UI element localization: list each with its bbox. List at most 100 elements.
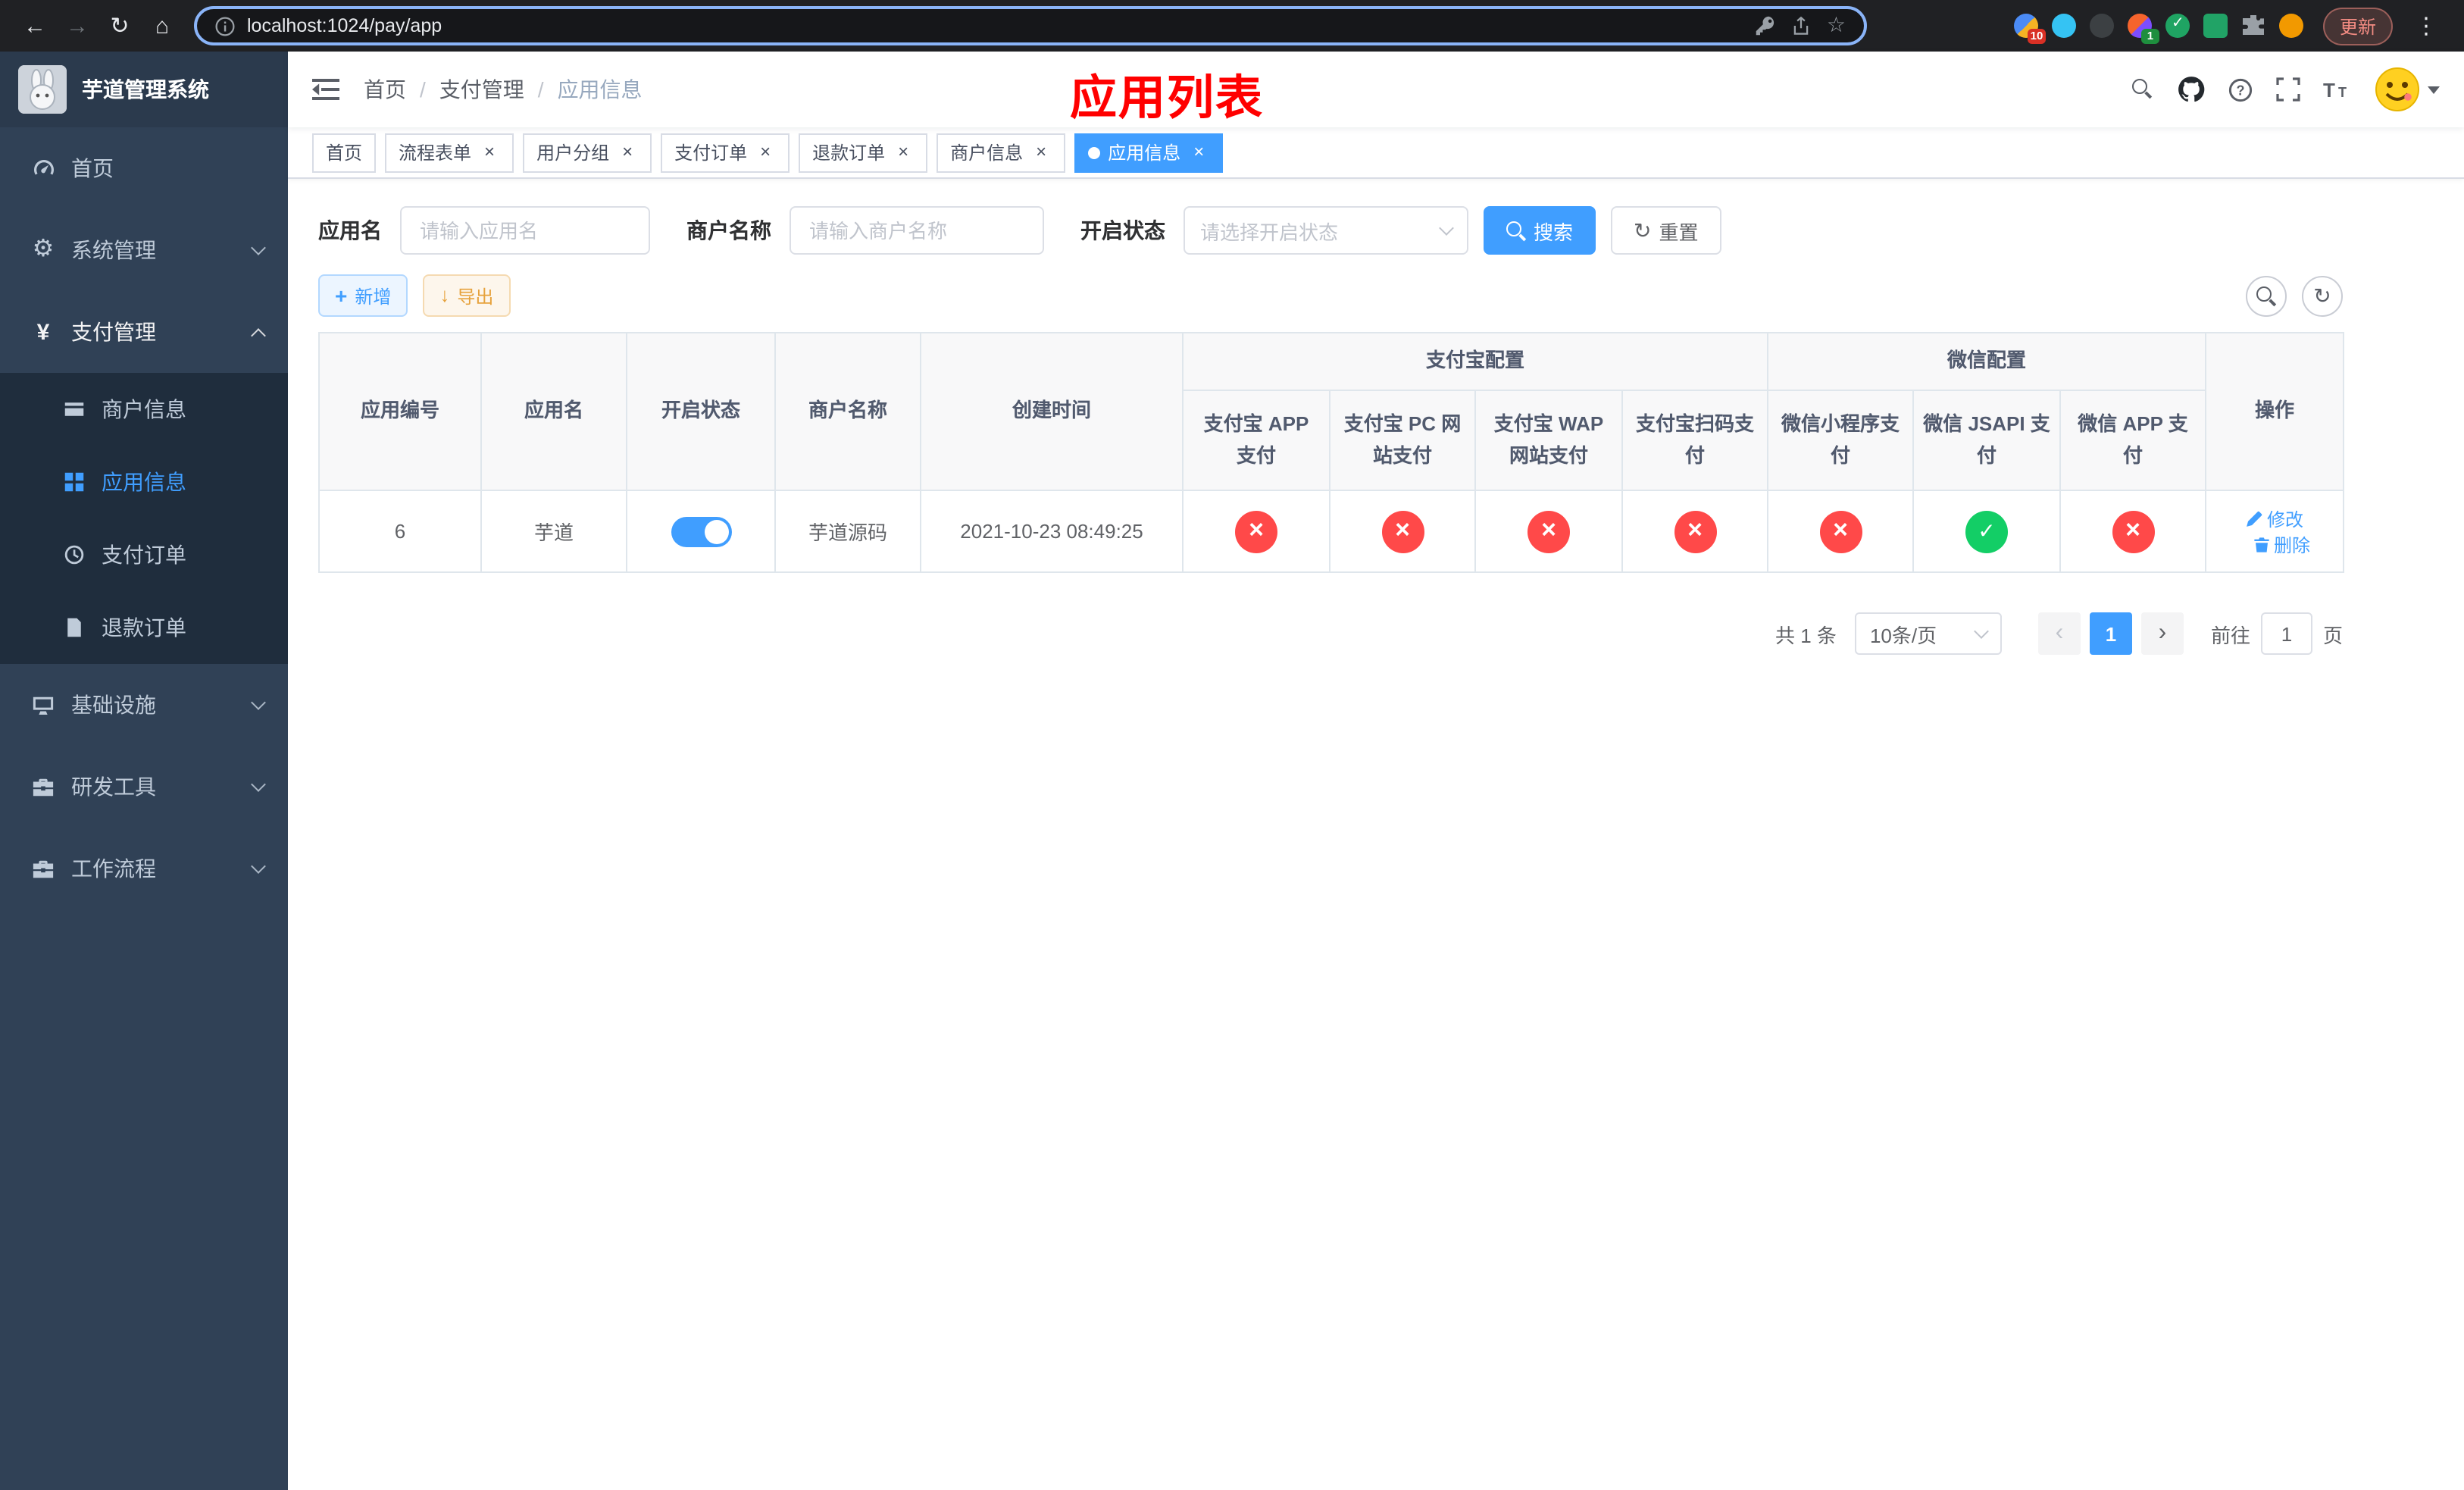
browser-extensions: 10 1 更新: [1870, 6, 2449, 45]
sidebar-item-payment[interactable]: ¥ 支付管理: [0, 291, 288, 373]
page-1-button[interactable]: 1: [2089, 612, 2132, 655]
app-name-input[interactable]: [400, 206, 650, 255]
address-bar[interactable]: localhost:1024/pay/app: [194, 6, 1867, 45]
status-label: 开启状态: [1080, 218, 1165, 243]
sidebar-item-label: 支付管理: [71, 320, 156, 344]
export-button[interactable]: 导出: [423, 274, 511, 317]
tab-home[interactable]: 首页: [312, 133, 377, 172]
app-title: 芋道管理系统: [82, 77, 209, 102]
close-icon[interactable]: [1030, 142, 1052, 163]
help-icon[interactable]: ?: [2228, 77, 2253, 102]
browser-menu-icon[interactable]: [2406, 6, 2446, 45]
share-icon[interactable]: [1792, 15, 1812, 36]
search-icon: [1506, 221, 1526, 240]
sidebar-item-dev-tools[interactable]: 研发工具: [0, 746, 288, 828]
edit-button-label: 修改: [2267, 509, 2304, 530]
refresh-table-button[interactable]: [2302, 275, 2343, 316]
sidebar-subitem-merchant-info[interactable]: 商户信息: [0, 373, 288, 446]
url-text[interactable]: localhost:1024/pay/app: [247, 15, 1743, 36]
cell-alipay-app: [1182, 490, 1330, 573]
order-clock-icon: [61, 544, 86, 565]
col-header-alipay-qr: 支付宝扫码支付: [1621, 390, 1769, 491]
goto-page-input[interactable]: [2260, 612, 2312, 655]
github-icon[interactable]: [2178, 76, 2205, 103]
add-button[interactable]: 新增: [318, 274, 408, 317]
col-header-actions: 操作: [2205, 332, 2345, 491]
page-size-select[interactable]: 10条/页: [1854, 612, 2002, 655]
tab-refund-order[interactable]: 退款订单: [799, 133, 928, 172]
tab-app-info[interactable]: 应用信息: [1074, 133, 1224, 172]
tab-label: 流程表单: [399, 142, 472, 164]
breadcrumb-payment[interactable]: 支付管理: [406, 74, 524, 105]
trash-icon: [2253, 537, 2269, 552]
close-icon[interactable]: [893, 142, 914, 163]
font-size-icon[interactable]: TT: [2323, 77, 2352, 102]
chevron-down-icon: [1439, 221, 1454, 236]
col-header-create-time: 创建时间: [920, 332, 1184, 491]
close-icon[interactable]: [617, 142, 638, 163]
delete-button[interactable]: 删除: [2253, 531, 2310, 557]
close-icon[interactable]: [755, 142, 776, 163]
forward-button[interactable]: →: [58, 6, 97, 45]
next-page-button[interactable]: [2140, 612, 2184, 655]
prev-page-button[interactable]: [2037, 612, 2081, 655]
merchant-name-input[interactable]: [790, 206, 1044, 255]
extension-badge: 1: [2140, 29, 2159, 44]
tab-merchant-info[interactable]: 商户信息: [937, 133, 1066, 172]
sidebar-item-system[interactable]: ⚙ 系统管理: [0, 209, 288, 291]
table-row: 6 芋道 芋道源码 2021-10-23 08:49:25 × × × × × …: [318, 490, 2345, 573]
tab-user-group[interactable]: 用户分组: [523, 133, 652, 172]
reset-button[interactable]: 重置: [1611, 206, 1721, 255]
svg-text:T: T: [2338, 85, 2347, 100]
extensions-puzzle-icon[interactable]: [2241, 14, 2265, 38]
user-avatar[interactable]: [2375, 67, 2440, 112]
goto-label: 前往: [2210, 624, 2250, 646]
extension-icon[interactable]: 1: [2127, 14, 2159, 44]
profile-avatar-icon[interactable]: [2278, 14, 2303, 38]
edit-button[interactable]: 修改: [2246, 506, 2303, 531]
bookmark-star-icon[interactable]: [1827, 12, 1846, 39]
sidebar: 芋道管理系统 首页 ⚙ 系统管理 ¥ 支付管理 商户信息 应用信息 支付订单 退…: [0, 52, 288, 1490]
sidebar-subitem-refund-order[interactable]: 退款订单: [0, 591, 288, 664]
extension-icon[interactable]: 10: [2013, 14, 2046, 44]
total-count-label: 共 1 条: [1775, 624, 1837, 646]
chevron-down-icon: [251, 776, 266, 791]
sidebar-subitem-payment-order[interactable]: 支付订单: [0, 518, 288, 591]
col-header-app-name: 应用名: [480, 332, 627, 491]
tab-process-form[interactable]: 流程表单: [385, 133, 514, 172]
sidebar-item-label: 应用信息: [102, 470, 186, 494]
reload-button[interactable]: ↻: [100, 6, 139, 45]
extension-icon[interactable]: [2089, 14, 2114, 38]
active-dot-icon: [1088, 146, 1101, 158]
alipay-wap-status-icon: [1527, 510, 1570, 552]
status-select[interactable]: 请选择开启状态: [1184, 206, 1468, 255]
breadcrumb-home[interactable]: 首页: [364, 74, 406, 105]
extension-icon[interactable]: [2165, 14, 2190, 38]
app-table: 应用编号 应用名 开启状态 商户名称 创建时间 支付宝配置 微信配置 操作 支付…: [318, 332, 2345, 573]
fullscreen-icon[interactable]: [2276, 77, 2300, 102]
sidebar-item-home[interactable]: 首页: [0, 127, 288, 209]
tab-label: 应用信息: [1108, 142, 1181, 164]
sidebar-item-label: 首页: [71, 156, 114, 180]
tab-payment-order[interactable]: 支付订单: [661, 133, 790, 172]
search-button[interactable]: 搜索: [1484, 206, 1596, 255]
close-icon[interactable]: [479, 142, 500, 163]
site-info-icon[interactable]: [215, 16, 235, 36]
sidebar-subitem-app-info[interactable]: 应用信息: [0, 446, 288, 518]
toggle-search-button[interactable]: [2246, 275, 2287, 316]
back-button[interactable]: ←: [15, 6, 55, 45]
sidebar-item-workflow[interactable]: 工作流程: [0, 828, 288, 909]
cell-merchant-name: 芋道源码: [774, 490, 921, 573]
home-button[interactable]: ⌂: [142, 6, 182, 45]
hamburger-icon[interactable]: [312, 77, 339, 102]
extension-icon[interactable]: [2203, 14, 2228, 38]
search-icon[interactable]: [2132, 78, 2155, 101]
extension-icon[interactable]: [2051, 14, 2076, 38]
password-key-icon[interactable]: [1756, 15, 1777, 36]
logo-image: [18, 65, 67, 114]
chrome-update-button[interactable]: 更新: [2322, 7, 2393, 45]
status-toggle[interactable]: [671, 516, 731, 546]
sidebar-item-infrastructure[interactable]: 基础设施: [0, 664, 288, 746]
close-icon[interactable]: [1188, 142, 1209, 163]
col-header-alipay-wap: 支付宝 WAP 网站支付: [1474, 390, 1623, 491]
